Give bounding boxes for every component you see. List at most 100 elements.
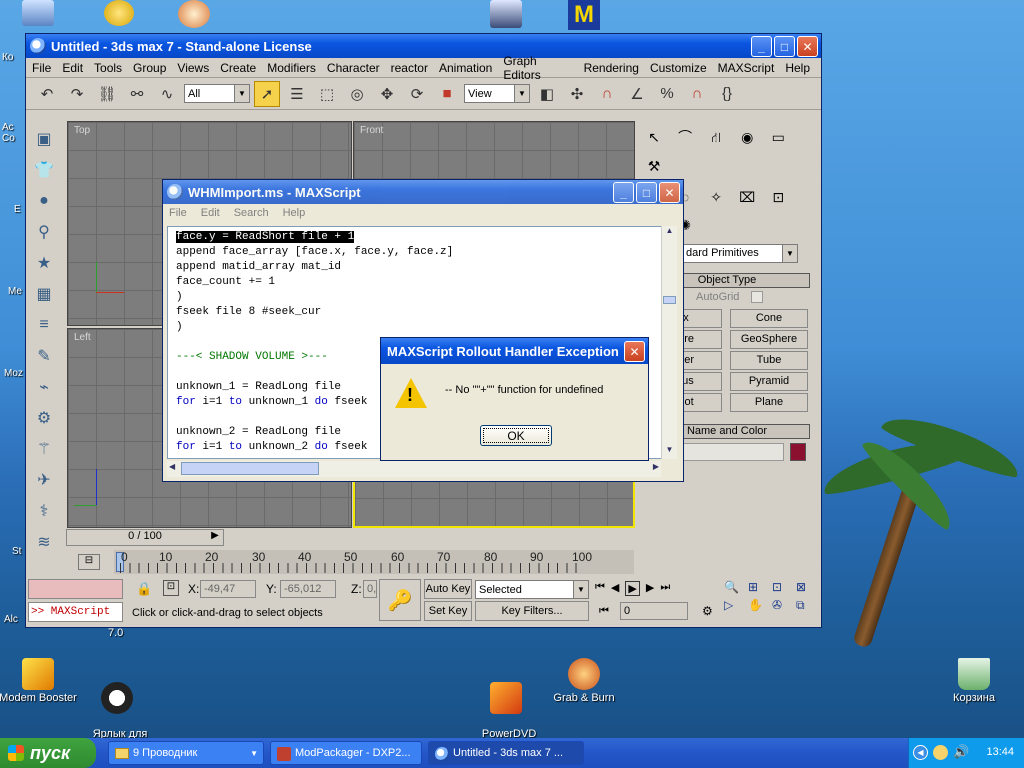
- angle-snap-icon[interactable]: ∠: [624, 81, 650, 107]
- motion-tab-icon[interactable]: ◉: [734, 126, 760, 150]
- undo-icon[interactable]: ↶: [34, 81, 60, 107]
- rectangular-selection-icon[interactable]: ⬚: [314, 81, 340, 107]
- dialog-titlebar[interactable]: MAXScript Rollout Handler Exception ✕: [381, 338, 648, 364]
- geosphere-button[interactable]: GeoSphere: [730, 329, 808, 349]
- pan-icon[interactable]: ✋: [748, 598, 770, 613]
- window-crossing-icon[interactable]: ◎: [344, 81, 370, 107]
- absolute-mode-icon[interactable]: ⊡: [163, 580, 179, 596]
- scroll-thumb[interactable]: [663, 296, 676, 304]
- horizontal-scrollbar[interactable]: ◀ ▶: [167, 461, 661, 477]
- scroll-left-icon[interactable]: ◀: [169, 462, 175, 471]
- menu-graph-editors[interactable]: Graph Editors: [503, 54, 572, 82]
- go-to-end-icon[interactable]: ⏭: [660, 581, 670, 596]
- wave-icon[interactable]: ≋: [29, 527, 59, 557]
- close-button[interactable]: ✕: [624, 341, 645, 362]
- scroll-thumb[interactable]: [181, 462, 319, 475]
- cone-button[interactable]: Cone: [730, 308, 808, 328]
- menu-animation[interactable]: Animation: [439, 61, 492, 75]
- menu-rendering[interactable]: Rendering: [584, 61, 639, 75]
- bind-space-warp-icon[interactable]: ∿: [154, 81, 180, 107]
- close-button[interactable]: ✕: [659, 182, 680, 203]
- taskbar-item-explorer[interactable]: 9 Проводник ▼: [108, 741, 264, 765]
- scale-icon[interactable]: ■: [434, 81, 460, 107]
- minimize-button[interactable]: _: [751, 36, 772, 57]
- maxscript-listener[interactable]: >> MAXScript: [28, 602, 123, 622]
- select-manipulate-icon[interactable]: ✣: [564, 81, 590, 107]
- lamp-icon[interactable]: ⚲: [29, 217, 59, 247]
- unlink-icon[interactable]: ⚯: [124, 81, 150, 107]
- selection-filter-dropdown[interactable]: All ▼: [184, 84, 250, 103]
- listener-mini-pane[interactable]: [28, 579, 123, 599]
- menu-reactor[interactable]: reactor: [391, 61, 428, 75]
- menu-customize[interactable]: Customize: [650, 61, 707, 75]
- previous-frame-icon[interactable]: ◀: [611, 581, 619, 596]
- move-icon[interactable]: ✥: [374, 81, 400, 107]
- volume-icon[interactable]: 🔊: [953, 744, 969, 760]
- display-tab-icon[interactable]: ▭: [765, 126, 791, 150]
- tray-expand-icon[interactable]: ◀: [913, 745, 928, 760]
- desktop-icon-top-1[interactable]: [22, 0, 54, 26]
- next-frame-icon[interactable]: ▶: [646, 581, 654, 596]
- editor-titlebar[interactable]: WHMImport.ms - MAXScript _ □ ✕: [163, 180, 683, 204]
- play-icon[interactable]: ▶: [625, 581, 640, 596]
- hierarchy-tab-icon[interactable]: ⛙: [703, 127, 729, 151]
- minimize-button[interactable]: _: [613, 182, 634, 203]
- scroll-down-icon[interactable]: ▼: [662, 445, 677, 459]
- track-bar[interactable]: 0 10 20 30 40 50 60 70 80 90 100: [114, 550, 634, 574]
- menu-group[interactable]: Group: [133, 61, 166, 75]
- taskbar-item-3dsmax[interactable]: Untitled - 3ds max 7 ...: [428, 741, 584, 765]
- editor-menu-help[interactable]: Help: [283, 207, 306, 219]
- desktop-icon-top-5[interactable]: M: [568, 0, 600, 30]
- current-frame-field[interactable]: 0: [620, 602, 688, 620]
- auto-key-button[interactable]: Auto Key: [424, 579, 472, 599]
- time-next-arrow[interactable]: ▶: [208, 530, 222, 546]
- x-coordinate-field[interactable]: -49,47: [200, 580, 256, 598]
- wand-icon[interactable]: ⚚: [29, 434, 59, 464]
- field-of-view-icon[interactable]: ▷: [724, 598, 746, 613]
- tray-app-icon[interactable]: [933, 745, 948, 760]
- menu-modifiers[interactable]: Modifiers: [267, 61, 316, 75]
- plane-icon[interactable]: ✈: [29, 465, 59, 495]
- max-titlebar[interactable]: Untitled - 3ds max 7 - Stand-alone Licen…: [26, 34, 821, 58]
- orbit-icon[interactable]: ✇: [772, 598, 794, 613]
- set-key-button[interactable]: Set Key: [424, 601, 472, 621]
- scroll-up-icon[interactable]: ▲: [662, 226, 677, 240]
- key-mode-toggle-icon[interactable]: ⏮: [599, 605, 609, 618]
- time-slider[interactable]: 0 / 100: [66, 529, 224, 546]
- autogrid-checkbox[interactable]: [751, 290, 764, 303]
- pencil-icon[interactable]: ✎: [29, 341, 59, 371]
- editor-menu-file[interactable]: File: [169, 207, 187, 219]
- menu-create[interactable]: Create: [220, 61, 256, 75]
- helpers-icon[interactable]: ⊡: [765, 185, 791, 209]
- track-bar-toggle-icon[interactable]: ⊟: [78, 554, 100, 570]
- menu-tools[interactable]: Tools: [94, 61, 122, 75]
- maximize-button[interactable]: □: [636, 182, 657, 203]
- clock[interactable]: 13:44: [986, 746, 1014, 758]
- menu-views[interactable]: Views: [177, 61, 209, 75]
- ok-button[interactable]: OK: [480, 425, 552, 446]
- key-mode-dropdown[interactable]: Selected ▼: [475, 580, 589, 599]
- layers-icon[interactable]: ≡: [29, 310, 59, 340]
- editor-menu-edit[interactable]: Edit: [201, 207, 220, 219]
- rotate-icon[interactable]: ⟳: [404, 81, 430, 107]
- go-to-start-icon[interactable]: ⏮: [595, 581, 605, 596]
- menu-edit[interactable]: Edit: [62, 61, 83, 75]
- taskbar-item-modpackager[interactable]: ModPackager - DXP2...: [270, 741, 422, 765]
- spinner-snap-icon[interactable]: ∩: [684, 81, 710, 107]
- desktop-icon-grab-burn[interactable]: Grab & Burn: [542, 658, 626, 704]
- object-color-swatch[interactable]: [790, 442, 806, 461]
- start-button[interactable]: пуск: [0, 738, 96, 768]
- menu-file[interactable]: File: [32, 61, 51, 75]
- cameras-icon[interactable]: ⌧: [734, 185, 760, 209]
- desktop-icon-top-4[interactable]: [490, 0, 522, 28]
- percent-snap-icon[interactable]: %: [654, 81, 680, 107]
- zoom-extents-all-icon[interactable]: ⊠: [796, 580, 818, 594]
- named-selection-icon[interactable]: {}: [714, 81, 740, 107]
- desktop-icon-top-2[interactable]: [104, 0, 134, 26]
- menu-maxscript[interactable]: MAXScript: [718, 61, 775, 75]
- menu-character[interactable]: Character: [327, 61, 380, 75]
- lights-icon[interactable]: ✧: [703, 185, 729, 209]
- desktop-icon-modem-booster[interactable]: Modem Booster: [0, 658, 80, 704]
- y-coordinate-field[interactable]: -65,012: [280, 580, 336, 598]
- utilities-tab-icon[interactable]: ⚒: [641, 155, 667, 179]
